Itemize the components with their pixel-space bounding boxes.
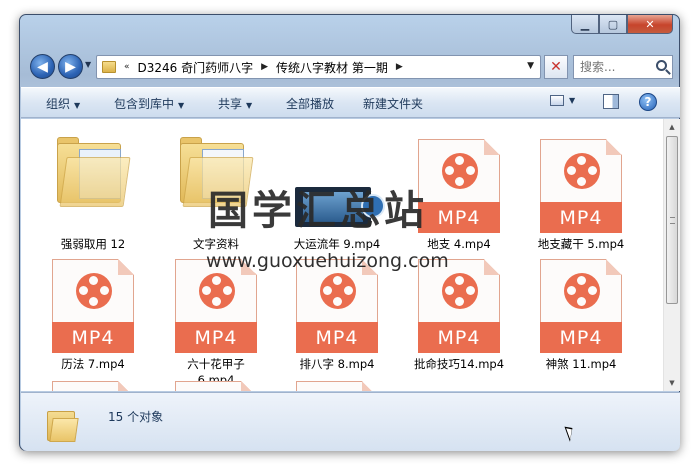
help-icon[interactable]: ? bbox=[639, 93, 657, 111]
address-bar[interactable]: « D3246 奇门药师八字 ▶ 传统八字教材 第一期 ▶ ▼ bbox=[96, 55, 541, 79]
mp4-file-icon: MP4 bbox=[540, 259, 622, 353]
view-options-dropdown[interactable]: ▼ bbox=[569, 96, 575, 105]
chevron-down-icon: ▼ bbox=[74, 101, 81, 110]
mp4-badge: MP4 bbox=[540, 202, 622, 233]
back-button[interactable]: ◀ bbox=[30, 54, 55, 79]
minimize-button[interactable]: ▁ bbox=[571, 15, 599, 34]
navigation-bar: ◀ ▶ ▼ « D3246 奇门药师八字 ▶ 传统八字教材 第一期 ▶ ▼ ✕ bbox=[28, 53, 673, 81]
mp4-file-icon: MP4 bbox=[418, 259, 500, 353]
vertical-scrollbar[interactable]: ▲ ▼ bbox=[663, 119, 680, 391]
mp4-badge: MP4 bbox=[52, 322, 134, 353]
organize-menu[interactable]: 组织 ▼ bbox=[46, 95, 80, 112]
folder-icon bbox=[57, 137, 131, 207]
search-box[interactable] bbox=[573, 55, 673, 79]
address-history-dropdown[interactable]: ▼ bbox=[527, 61, 534, 71]
scroll-up-arrow-icon[interactable]: ▲ bbox=[664, 119, 680, 135]
file-item-mp4-lifa[interactable]: MP4 历法 7.mp4 bbox=[43, 239, 143, 379]
command-toolbar: 组织 ▼ 包含到库中 ▼ 共享 ▼ 全部播放 新建文件夹 ▼ ? bbox=[21, 87, 680, 118]
breadcrumb-item-textbook[interactable]: 传统八字教材 第一期 bbox=[276, 59, 388, 76]
watermark-text: 国学汇总站 bbox=[208, 188, 428, 234]
mp4-file-icon: MP4 bbox=[296, 259, 378, 353]
file-name: 神煞 11.mp4 bbox=[545, 357, 617, 371]
share-label: 共享 bbox=[218, 97, 243, 111]
address-overflow[interactable]: « bbox=[124, 62, 130, 72]
search-input[interactable] bbox=[580, 60, 658, 74]
forward-button[interactable]: ▶ bbox=[58, 54, 83, 79]
folder-icon bbox=[102, 61, 116, 73]
share-menu[interactable]: 共享 ▼ bbox=[218, 95, 252, 112]
mp4-file-icon[interactable] bbox=[296, 381, 378, 391]
scroll-thumb[interactable] bbox=[666, 136, 678, 304]
mp4-file-icon: MP4 bbox=[540, 139, 622, 233]
breadcrumb-item-d3246[interactable]: D3246 奇门药师八字 bbox=[138, 59, 254, 76]
include-library-label: 包含到库中 bbox=[114, 97, 175, 111]
close-button[interactable]: ✕ bbox=[627, 15, 673, 34]
file-item-mp4-dizhicanggan[interactable]: MP4 地支藏干 5.mp4 bbox=[531, 119, 631, 251]
file-name: 历法 7.mp4 bbox=[61, 357, 125, 371]
maximize-button[interactable]: ▢ bbox=[599, 15, 627, 34]
breadcrumb-separator[interactable]: ▶ bbox=[261, 62, 268, 72]
mp4-badge: MP4 bbox=[418, 202, 500, 233]
chevron-down-icon: ▼ bbox=[178, 101, 185, 110]
details-pane: 15 个对象 bbox=[21, 392, 680, 451]
clear-address-button[interactable]: ✕ bbox=[544, 55, 568, 79]
breadcrumb-separator[interactable]: ▶ bbox=[396, 62, 403, 72]
watermark-url: www.guoxuehuizong.com bbox=[206, 250, 449, 272]
recent-pages-dropdown[interactable]: ▼ bbox=[85, 60, 91, 69]
change-view-icon[interactable] bbox=[550, 95, 564, 106]
folder-icon bbox=[47, 408, 79, 442]
search-icon[interactable] bbox=[656, 60, 667, 71]
organize-label: 组织 bbox=[46, 97, 71, 111]
play-all-button[interactable]: 全部播放 bbox=[286, 95, 334, 112]
mp4-file-icon: MP4 bbox=[52, 259, 134, 353]
file-name: 排八字 8.mp4 bbox=[299, 357, 375, 371]
file-name: 批命技巧14.mp4 bbox=[413, 357, 505, 371]
mp4-badge: MP4 bbox=[540, 322, 622, 353]
scroll-down-arrow-icon[interactable]: ▼ bbox=[664, 375, 680, 391]
chevron-down-icon: ▼ bbox=[246, 101, 253, 110]
mp4-badge: MP4 bbox=[418, 322, 500, 353]
mp4-badge: MP4 bbox=[175, 322, 257, 353]
include-library-menu[interactable]: 包含到库中 ▼ bbox=[114, 95, 184, 112]
window-controls: ▁ ▢ ✕ bbox=[571, 15, 673, 34]
mp4-file-icon: MP4 bbox=[175, 259, 257, 353]
mp4-file-icon[interactable] bbox=[52, 381, 134, 391]
mp4-file-icon[interactable] bbox=[175, 381, 257, 391]
item-count: 15 个对象 bbox=[108, 410, 164, 424]
mp4-badge: MP4 bbox=[296, 322, 378, 353]
file-item-mp4-shensha[interactable]: MP4 神煞 11.mp4 bbox=[531, 239, 631, 379]
new-folder-button[interactable]: 新建文件夹 bbox=[363, 95, 423, 112]
preview-pane-icon[interactable] bbox=[603, 94, 619, 109]
mp4-file-icon: MP4 bbox=[418, 139, 500, 233]
file-item-folder-qiangruo[interactable]: 强弱取用 12 bbox=[43, 119, 143, 251]
